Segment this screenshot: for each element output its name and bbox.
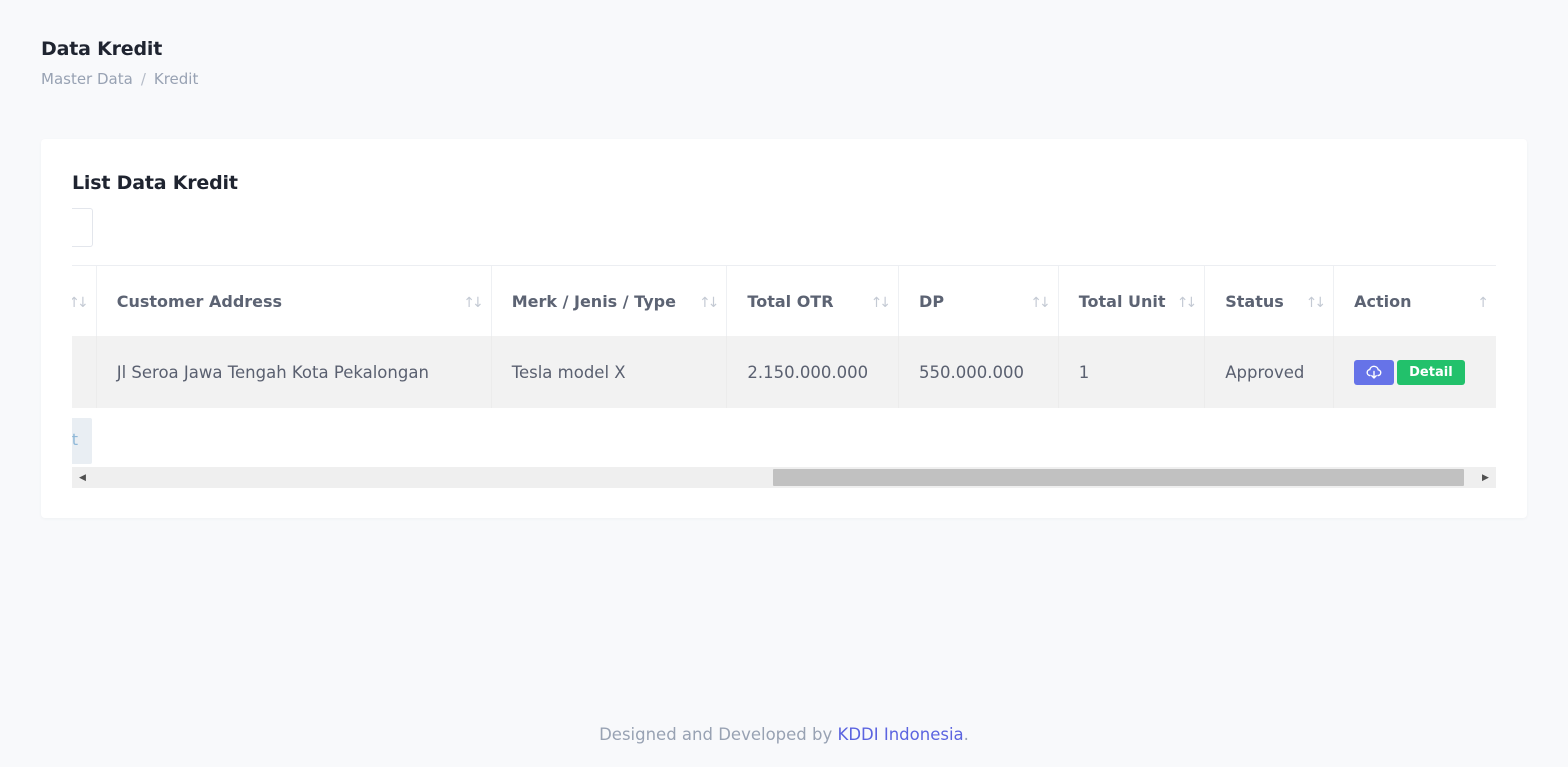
horizontal-scrollbar[interactable]: ◀ ▶ <box>72 467 1496 488</box>
column-header-status[interactable]: Status ↑↓ <box>1204 266 1335 336</box>
sort-icon[interactable]: ↑↓ <box>871 295 892 311</box>
breadcrumb: Master Data / Kredit <box>41 70 198 88</box>
cell-hidden <box>72 336 97 408</box>
scrollbar-thumb[interactable] <box>773 469 1464 486</box>
sort-icon[interactable]: ↑↓ <box>1030 295 1051 311</box>
cloud-download-icon <box>1366 365 1382 379</box>
sort-icon[interactable]: ↑↓ <box>72 295 89 311</box>
card-title: List Data Kredit <box>72 172 238 194</box>
table-length-select[interactable] <box>72 208 93 247</box>
cell-total-otr: 2.150.000.000 <box>726 336 900 408</box>
page-title: Data Kredit <box>41 38 163 60</box>
detail-button[interactable]: Detail <box>1397 359 1465 385</box>
table-header-row: ↑↓ Customer Address↑↓ Merk / Jenis / Typ… <box>72 266 1496 336</box>
table-row: Jl Seroa Jawa Tengah Kota Pekalongan Tes… <box>72 336 1496 408</box>
footer-text: Designed and Developed by <box>599 725 838 744</box>
cell-status: Approved <box>1204 336 1335 408</box>
list-card: List Data Kredit ↑↓ Customer Address↑↓ M… <box>41 139 1527 518</box>
column-header-total-otr[interactable]: Total OTR ↑↓ <box>726 266 900 336</box>
table-viewport: ↑↓ Customer Address↑↓ Merk / Jenis / Typ… <box>72 265 1496 408</box>
cell-merk: Tesla model X <box>491 336 728 408</box>
sort-icon[interactable]: ↑↓ <box>1306 295 1327 311</box>
sort-icon[interactable]: ↑↓ <box>1177 295 1198 311</box>
footer: Designed and Developed by KDDI Indonesia… <box>0 725 1568 744</box>
cell-dp: 550.000.000 <box>898 336 1059 408</box>
sort-icon[interactable]: ↑↓ <box>699 295 720 311</box>
scroll-right-arrow-icon[interactable]: ▶ <box>1475 467 1496 488</box>
footer-link[interactable]: KDDI Indonesia <box>838 725 964 744</box>
page-header: Data Kredit Master Data / Kredit <box>41 38 198 88</box>
column-header-hidden[interactable]: ↑↓ <box>72 266 97 336</box>
breadcrumb-separator: / <box>140 70 146 88</box>
download-button[interactable] <box>1354 359 1395 385</box>
sort-icon[interactable]: ↑ <box>1477 295 1489 311</box>
column-header-dp[interactable]: DP ↑↓ <box>898 266 1059 336</box>
column-header-total-unit[interactable]: Total Unit ↑↓ <box>1058 266 1206 336</box>
breadcrumb-item-master-data[interactable]: Master Data <box>41 70 133 88</box>
sort-icon[interactable]: ↑↓ <box>463 295 484 311</box>
footer-suffix: . <box>963 725 969 744</box>
column-header-merk[interactable]: Merk / Jenis / Type ↑↓ <box>491 266 728 336</box>
kredit-table: ↑↓ Customer Address↑↓ Merk / Jenis / Typ… <box>72 266 1496 408</box>
scroll-left-arrow-icon[interactable]: ◀ <box>72 467 93 488</box>
pagination-button[interactable]: t <box>72 418 92 464</box>
breadcrumb-item-kredit: Kredit <box>153 70 199 88</box>
column-header-action[interactable]: Action ↑ <box>1334 266 1496 336</box>
cell-customer-address: Jl Seroa Jawa Tengah Kota Pekalongan <box>96 336 492 408</box>
cell-total-unit: 1 <box>1058 336 1206 408</box>
cell-action: Detail <box>1333 336 1496 408</box>
column-header-customer-address[interactable]: Customer Address ↑↓ <box>96 266 492 336</box>
